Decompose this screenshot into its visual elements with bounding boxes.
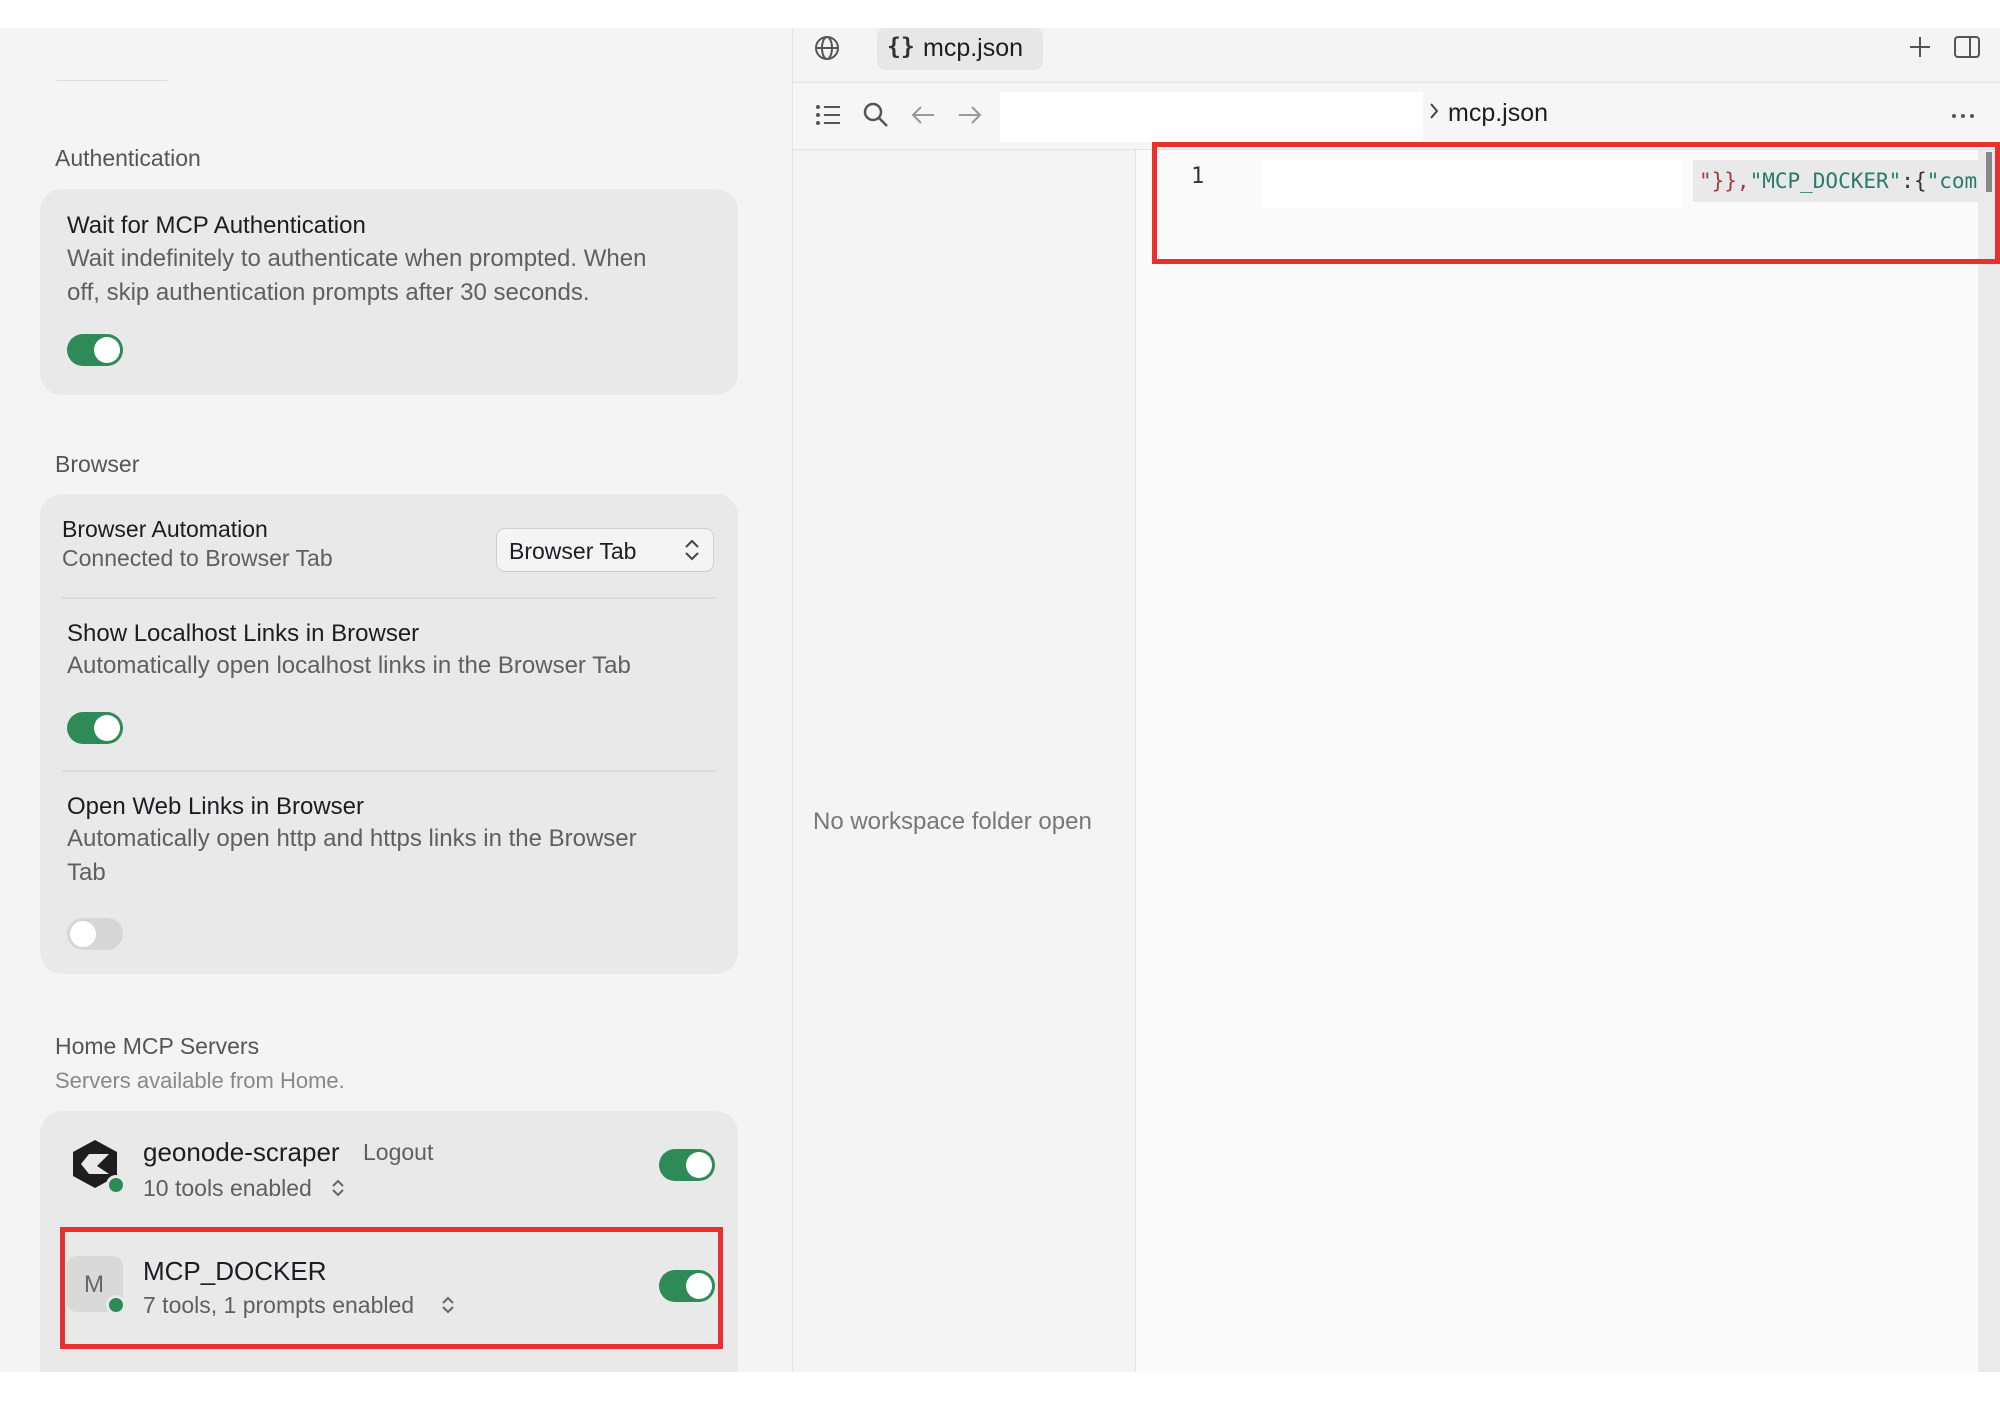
tab-label: mcp.json xyxy=(923,34,1024,62)
toggle-knob xyxy=(686,1273,712,1299)
mcp-servers-section-label: Home MCP Servers xyxy=(55,1033,260,1059)
wait-auth-desc-line2: off, skip authentication prompts after 3… xyxy=(67,279,590,306)
settings-panel: Authentication Wait for MCP Authenticati… xyxy=(0,28,793,1372)
mcp-docker-avatar-letter: M xyxy=(84,1271,104,1298)
code-editor[interactable]: 1 "}},"MCP_DOCKER":{"com xyxy=(1136,150,2000,1372)
browser-automation-title: Browser Automation xyxy=(62,516,268,542)
geonode-server-name: geonode-scraper xyxy=(143,1137,340,1167)
browser-automation-select-value: Browser Tab xyxy=(509,538,637,564)
mcp-docker-server-name: MCP_DOCKER xyxy=(143,1256,327,1286)
code-line: "}},"MCP_DOCKER":{"com xyxy=(1693,160,2000,202)
top-divider xyxy=(57,80,167,81)
search-icon[interactable] xyxy=(862,101,890,129)
geonode-status-dot xyxy=(106,1175,126,1195)
file-explorer: No workspace folder open xyxy=(793,150,1136,1372)
list-icon[interactable] xyxy=(814,102,842,128)
web-links-desc-line1: Automatically open http and https links … xyxy=(67,825,637,852)
localhost-links-title: Show Localhost Links in Browser xyxy=(67,620,420,647)
code-token-string-end: "}}, xyxy=(1699,169,1750,193)
explorer-empty-message: No workspace folder open xyxy=(813,808,1092,835)
toggle-knob xyxy=(94,337,120,363)
editor-toolbar: mcp.json xyxy=(793,83,2000,150)
browser-card: Browser Automation Connected to Browser … xyxy=(40,494,738,974)
authentication-section-label: Authentication xyxy=(55,145,201,171)
chevron-right-icon xyxy=(1430,103,1439,119)
browser-section-label: Browser xyxy=(55,451,140,477)
editor-panel: {} mcp.json mcp.json No workspace folder… xyxy=(793,28,2000,1372)
arrow-forward-icon[interactable] xyxy=(956,103,984,127)
localhost-links-toggle[interactable] xyxy=(67,712,123,744)
breadcrumb-path-redacted xyxy=(1000,92,1423,142)
code-token-punct: :{ xyxy=(1901,169,1927,193)
more-icon[interactable] xyxy=(1951,113,1975,119)
browser-automation-status: Connected to Browser Tab xyxy=(62,545,333,571)
json-braces-icon: {} xyxy=(887,34,915,60)
mcp-docker-status-dot xyxy=(106,1295,126,1315)
mcp-docker-tools-chevron-icon[interactable] xyxy=(440,1294,456,1316)
code-token-key-partial: "com xyxy=(1926,169,1978,193)
tab-mcp-json[interactable]: {} mcp.json xyxy=(877,28,1043,70)
web-links-title: Open Web Links in Browser xyxy=(67,793,365,820)
row-divider xyxy=(62,597,716,599)
toggle-knob xyxy=(686,1152,712,1178)
localhost-links-desc: Automatically open localhost links in th… xyxy=(67,652,631,679)
geonode-tools-status[interactable]: 10 tools enabled xyxy=(143,1175,312,1202)
plus-icon[interactable] xyxy=(1907,34,1933,60)
browser-automation-select[interactable]: Browser Tab xyxy=(496,528,714,572)
mcp-servers-card: geonode-scraper Logout 10 tools enabled … xyxy=(40,1111,738,1372)
editor-scrollbar[interactable] xyxy=(1978,150,2000,1372)
toggle-panel-icon[interactable] xyxy=(1953,34,1981,60)
authentication-card: Wait for MCP Authentication Wait indefin… xyxy=(40,189,738,395)
mcp-docker-tools-status[interactable]: 7 tools, 1 prompts enabled xyxy=(143,1292,414,1319)
wait-auth-toggle[interactable] xyxy=(67,334,123,366)
wait-auth-title: Wait for MCP Authentication xyxy=(67,212,366,239)
tab-bar: {} mcp.json xyxy=(793,28,2000,83)
web-links-toggle[interactable] xyxy=(67,918,123,950)
line-number: 1 xyxy=(1191,164,1205,189)
web-links-desc-line2: Tab xyxy=(67,859,106,886)
mcp-servers-section-sub: Servers available from Home. xyxy=(55,1068,345,1093)
breadcrumb-file[interactable]: mcp.json xyxy=(1448,99,1548,128)
arrow-back-icon[interactable] xyxy=(909,103,937,127)
wait-auth-desc-line1: Wait indefinitely to authenticate when p… xyxy=(67,245,647,272)
code-redacted xyxy=(1261,160,1683,208)
globe-icon[interactable] xyxy=(813,34,841,62)
toggle-knob xyxy=(70,921,96,947)
geonode-logout-link[interactable]: Logout xyxy=(363,1139,433,1166)
code-token-key: "MCP_DOCKER" xyxy=(1749,169,1902,193)
row-divider xyxy=(62,770,716,772)
mcp-docker-toggle[interactable] xyxy=(659,1270,715,1302)
geonode-toggle[interactable] xyxy=(659,1149,715,1181)
toggle-knob xyxy=(94,715,120,741)
geonode-tools-chevron-icon[interactable] xyxy=(330,1177,346,1199)
chevron-up-down-icon xyxy=(685,539,699,561)
scrollbar-thumb[interactable] xyxy=(1986,152,1992,192)
